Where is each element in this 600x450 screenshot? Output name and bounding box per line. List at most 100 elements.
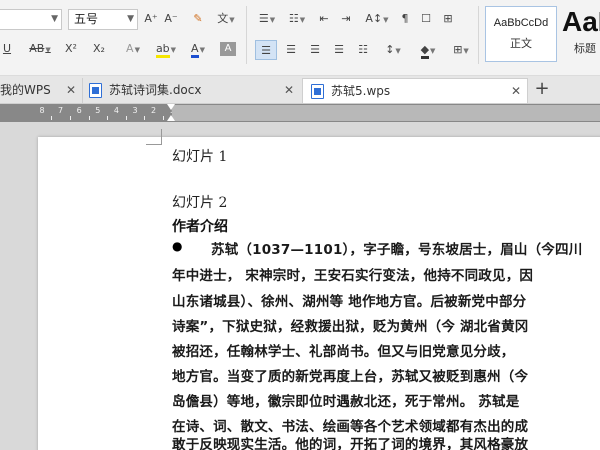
superscript-button[interactable]: X²: [62, 39, 80, 59]
table-button[interactable]: ⊞: [440, 9, 456, 29]
change-case-button[interactable]: A↕▼: [363, 9, 391, 29]
ruler-tick: [69, 116, 71, 120]
section-heading: 作者介绍: [172, 219, 228, 235]
ruler-number: 4: [113, 106, 119, 115]
tab-label: 苏轼诗词集.docx: [109, 83, 202, 97]
grow-font-button[interactable]: A⁺: [143, 9, 159, 29]
style-heading-label: 标题: [574, 42, 596, 55]
separator: [478, 6, 479, 64]
font-size-value: 五号: [74, 12, 99, 26]
font-size-dropdown[interactable]: 五号 ▼: [68, 9, 138, 30]
paragraph-line: 地方官。当变了质的新党再度上台，苏轼又被贬到惠州（今: [172, 369, 529, 385]
paragraph-mark-button[interactable]: ¶: [397, 9, 413, 29]
ruler-tick: [51, 116, 53, 120]
bullet-list-button[interactable]: ☰▼: [254, 9, 280, 29]
paragraph-line: 岛儋县）等地，徽宗即位时遇赦北还，死于常州。 苏轼是: [172, 394, 520, 410]
margin-corner-mark: [146, 129, 162, 145]
ruler-tick: [88, 116, 90, 120]
close-icon[interactable]: ✕: [66, 78, 76, 103]
plus-icon: +: [534, 78, 550, 99]
tab-sushi5[interactable]: 苏轼5.wps ✕: [302, 78, 528, 103]
close-icon[interactable]: ✕: [284, 78, 294, 103]
font-color-button[interactable]: A▼: [186, 39, 210, 59]
bullet-list-icon: ☰: [258, 12, 269, 25]
underline-button[interactable]: U: [0, 39, 14, 59]
phonetic-guide-button[interactable]: 文▼: [213, 9, 239, 29]
text-effect-icon: A: [126, 42, 134, 55]
paragraph-line: 山东诸城县）、徐州、湖州等 地作地方官。后被新党中部分: [172, 294, 527, 310]
shrink-font-button[interactable]: A⁻: [163, 9, 179, 29]
shading-button[interactable]: ◆▼: [414, 40, 442, 60]
paint-bucket-icon: ◆: [420, 43, 430, 59]
document-icon: [89, 83, 102, 98]
close-icon[interactable]: ✕: [511, 79, 521, 104]
tab-my-wps[interactable]: 我的WPS ✕: [0, 78, 82, 103]
chevron-down-icon: ▼: [134, 46, 140, 54]
text-effect-button[interactable]: A▼: [120, 39, 146, 59]
chevron-down-icon: ▼: [229, 16, 235, 24]
bullet-icon: ●: [172, 239, 183, 253]
paragraph-line: 苏轼（1037—1101），字子瞻，号东坡居士，眉山（今四川: [211, 242, 583, 258]
document-icon: [311, 84, 324, 99]
separator: [246, 6, 247, 64]
align-center-icon: ☰: [286, 43, 296, 56]
align-right-button[interactable]: ☰: [306, 40, 324, 60]
font-name-dropdown[interactable]: ▼: [0, 9, 62, 30]
ruler-tick: [162, 116, 164, 120]
line-spacing-icon: ↕: [385, 43, 395, 56]
numbered-list-button[interactable]: ☷▼: [284, 9, 310, 29]
numbered-list-icon: ☷: [288, 12, 299, 25]
chevron-down-icon: ▼: [430, 47, 436, 55]
paragraph-line: 年中进士， 宋神宗时，王安石实行变法，他持不同政见，因: [172, 268, 534, 284]
decrease-indent-button[interactable]: ⇤: [316, 9, 332, 29]
highlight-button[interactable]: ab▼: [152, 39, 180, 59]
chevron-down-icon: ▼: [395, 47, 401, 55]
chevron-down-icon: ▼: [463, 47, 469, 55]
ruler-number: 6: [76, 106, 82, 115]
distribute-button[interactable]: ☷: [354, 40, 372, 60]
tab-label: 苏轼5.wps: [331, 84, 391, 98]
strikethrough-button[interactable]: AB▼: [24, 39, 56, 59]
ruler-number: 2: [151, 106, 157, 115]
border-grid-icon: ⊞: [453, 43, 463, 56]
tab-sushi-poems[interactable]: 苏轼诗词集.docx ✕: [82, 78, 300, 103]
justify-button[interactable]: ☰: [330, 40, 348, 60]
hanging-indent-icon: [167, 115, 175, 121]
highlighter-icon: ab: [155, 42, 170, 58]
document-tab-bar: 我的WPS ✕ 苏轼诗词集.docx ✕ 苏轼5.wps ✕: [0, 76, 600, 104]
chevron-down-icon: ▼: [51, 14, 58, 24]
line-spacing-button[interactable]: ↕▼: [380, 40, 406, 60]
border-button[interactable]: ☐: [418, 9, 434, 29]
ruler-number: 8: [39, 106, 45, 115]
align-left-button[interactable]: ☰: [255, 40, 277, 60]
first-line-indent-icon: [167, 104, 175, 110]
slide-1-label: 幻灯片 1: [172, 149, 228, 165]
style-normal[interactable]: AaBbCcDd 正文: [485, 6, 557, 62]
style-normal-label: 正文: [510, 37, 532, 50]
chevron-down-icon: ▼: [170, 46, 177, 54]
char-shading-button[interactable]: A: [220, 42, 236, 56]
strikethrough-icon: AB: [29, 42, 45, 55]
ruler-number: 3: [132, 106, 138, 115]
change-case-icon: A↕: [365, 12, 383, 25]
justify-icon: ☰: [334, 43, 344, 56]
ruler-tick: [107, 116, 109, 120]
paragraph-line: 在诗、词、散文、书法、绘画等各个艺术领域都有杰出的成: [172, 419, 529, 435]
chevron-down-icon: ▼: [127, 14, 134, 24]
new-tab-button[interactable]: +: [532, 79, 552, 99]
increase-indent-button[interactable]: ⇥: [338, 9, 354, 29]
subscript-button[interactable]: X₂: [90, 39, 108, 59]
font-color-icon: A: [191, 42, 199, 58]
align-left-icon: ☰: [261, 44, 271, 57]
ruler-number: 5: [95, 106, 101, 115]
clear-format-button[interactable]: ✎: [190, 9, 206, 29]
style-heading-sample: AaB: [562, 6, 600, 37]
align-center-button[interactable]: ☰: [282, 40, 300, 60]
ruler-tick: [144, 116, 146, 120]
style-heading[interactable]: AaB 标题: [560, 6, 600, 62]
borders-button[interactable]: ⊞▼: [448, 40, 474, 60]
ribbon-toolbar: ▼ 五号 ▼ A⁺ A⁻ ✎ 文▼ ☰▼ ☷▼ ⇤ ⇥ A↕▼ ¶ ☐ ⊞ U …: [0, 0, 600, 76]
ruler-tick: [125, 116, 127, 120]
paragraph-line: 被招还，任翰林学士、礼部尚书。但又与旧党意见分歧，: [172, 344, 515, 360]
indent-marker[interactable]: [167, 104, 176, 122]
